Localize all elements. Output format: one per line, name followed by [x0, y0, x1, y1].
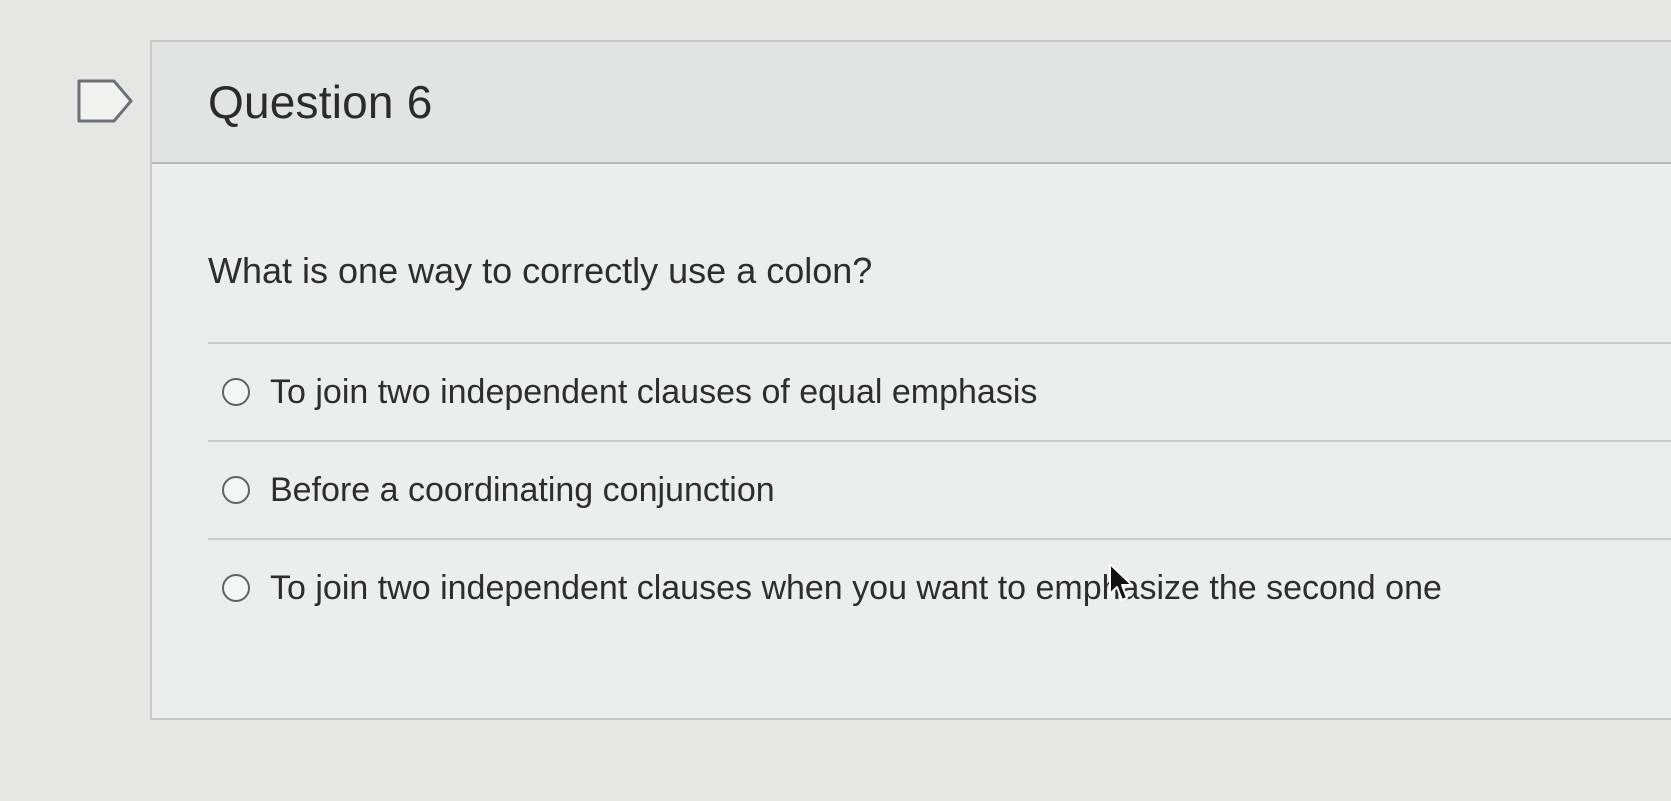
answer-label: To join two independent clauses of equal… [270, 372, 1038, 411]
radio-button[interactable] [222, 476, 250, 504]
answer-label: To join two independent clauses when you… [270, 568, 1442, 607]
question-header: Question 6 [152, 42, 1671, 164]
mouse-pointer-icon [1109, 563, 1133, 601]
answer-list: To join two independent clauses of equal… [208, 342, 1671, 636]
flag-question-icon[interactable] [76, 78, 134, 124]
radio-button[interactable] [222, 574, 250, 602]
question-text: What is one way to correctly use a colon… [208, 250, 873, 291]
question-body: What is one way to correctly use a colon… [152, 164, 1671, 636]
question-card: Question 6 What is one way to correctly … [150, 40, 1671, 720]
radio-button[interactable] [222, 378, 250, 406]
answer-label: Before a coordinating conjunction [270, 470, 775, 509]
answer-option-2[interactable]: Before a coordinating conjunction [208, 440, 1671, 538]
question-title: Question 6 [208, 76, 433, 128]
answer-option-3[interactable]: To join two independent clauses when you… [208, 538, 1671, 636]
answer-option-1[interactable]: To join two independent clauses of equal… [208, 342, 1671, 440]
